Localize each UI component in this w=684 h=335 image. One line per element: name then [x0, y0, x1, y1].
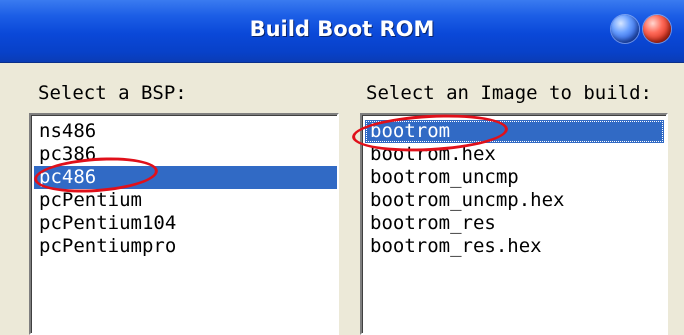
build-boot-rom-dialog: Build Boot ROM Select a BSP: Select an I…	[0, 0, 684, 335]
bsp-item-pcpentium[interactable]: pcPentium	[39, 189, 142, 212]
image-label: Select an Image to build:	[366, 82, 652, 104]
image-item-bootrom-uncmp[interactable]: bootrom_uncmp	[370, 166, 519, 189]
image-item-bootrom-hex[interactable]: bootrom.hex	[370, 143, 496, 166]
image-listbox[interactable]: bootrom bootrom.hex bootrom_uncmp bootro…	[360, 113, 668, 335]
bsp-item-ns486[interactable]: ns486	[39, 120, 96, 143]
minimize-icon[interactable]	[611, 15, 639, 43]
image-item-bootrom-res-hex[interactable]: bootrom_res.hex	[370, 235, 542, 258]
image-item-bootrom-res[interactable]: bootrom_res	[370, 212, 496, 235]
bsp-item-pc486[interactable]: pc486	[34, 166, 337, 189]
close-icon[interactable]	[643, 15, 671, 43]
window-title: Build Boot ROM	[249, 17, 435, 41]
bsp-item-pc386[interactable]: pc386	[39, 143, 96, 166]
bsp-label: Select a BSP:	[38, 82, 187, 104]
bsp-listbox[interactable]: ns486 pc386 pc486 pcPentium pcPentium104…	[29, 113, 339, 335]
image-item-bootrom-uncmp-hex[interactable]: bootrom_uncmp.hex	[370, 189, 564, 212]
bsp-item-pcpentium104[interactable]: pcPentium104	[39, 212, 176, 235]
bsp-item-pcpentiumpro[interactable]: pcPentiumpro	[39, 235, 176, 258]
image-item-bootrom[interactable]: bootrom	[365, 120, 664, 143]
title-bar[interactable]: Build Boot ROM	[0, 0, 684, 63]
